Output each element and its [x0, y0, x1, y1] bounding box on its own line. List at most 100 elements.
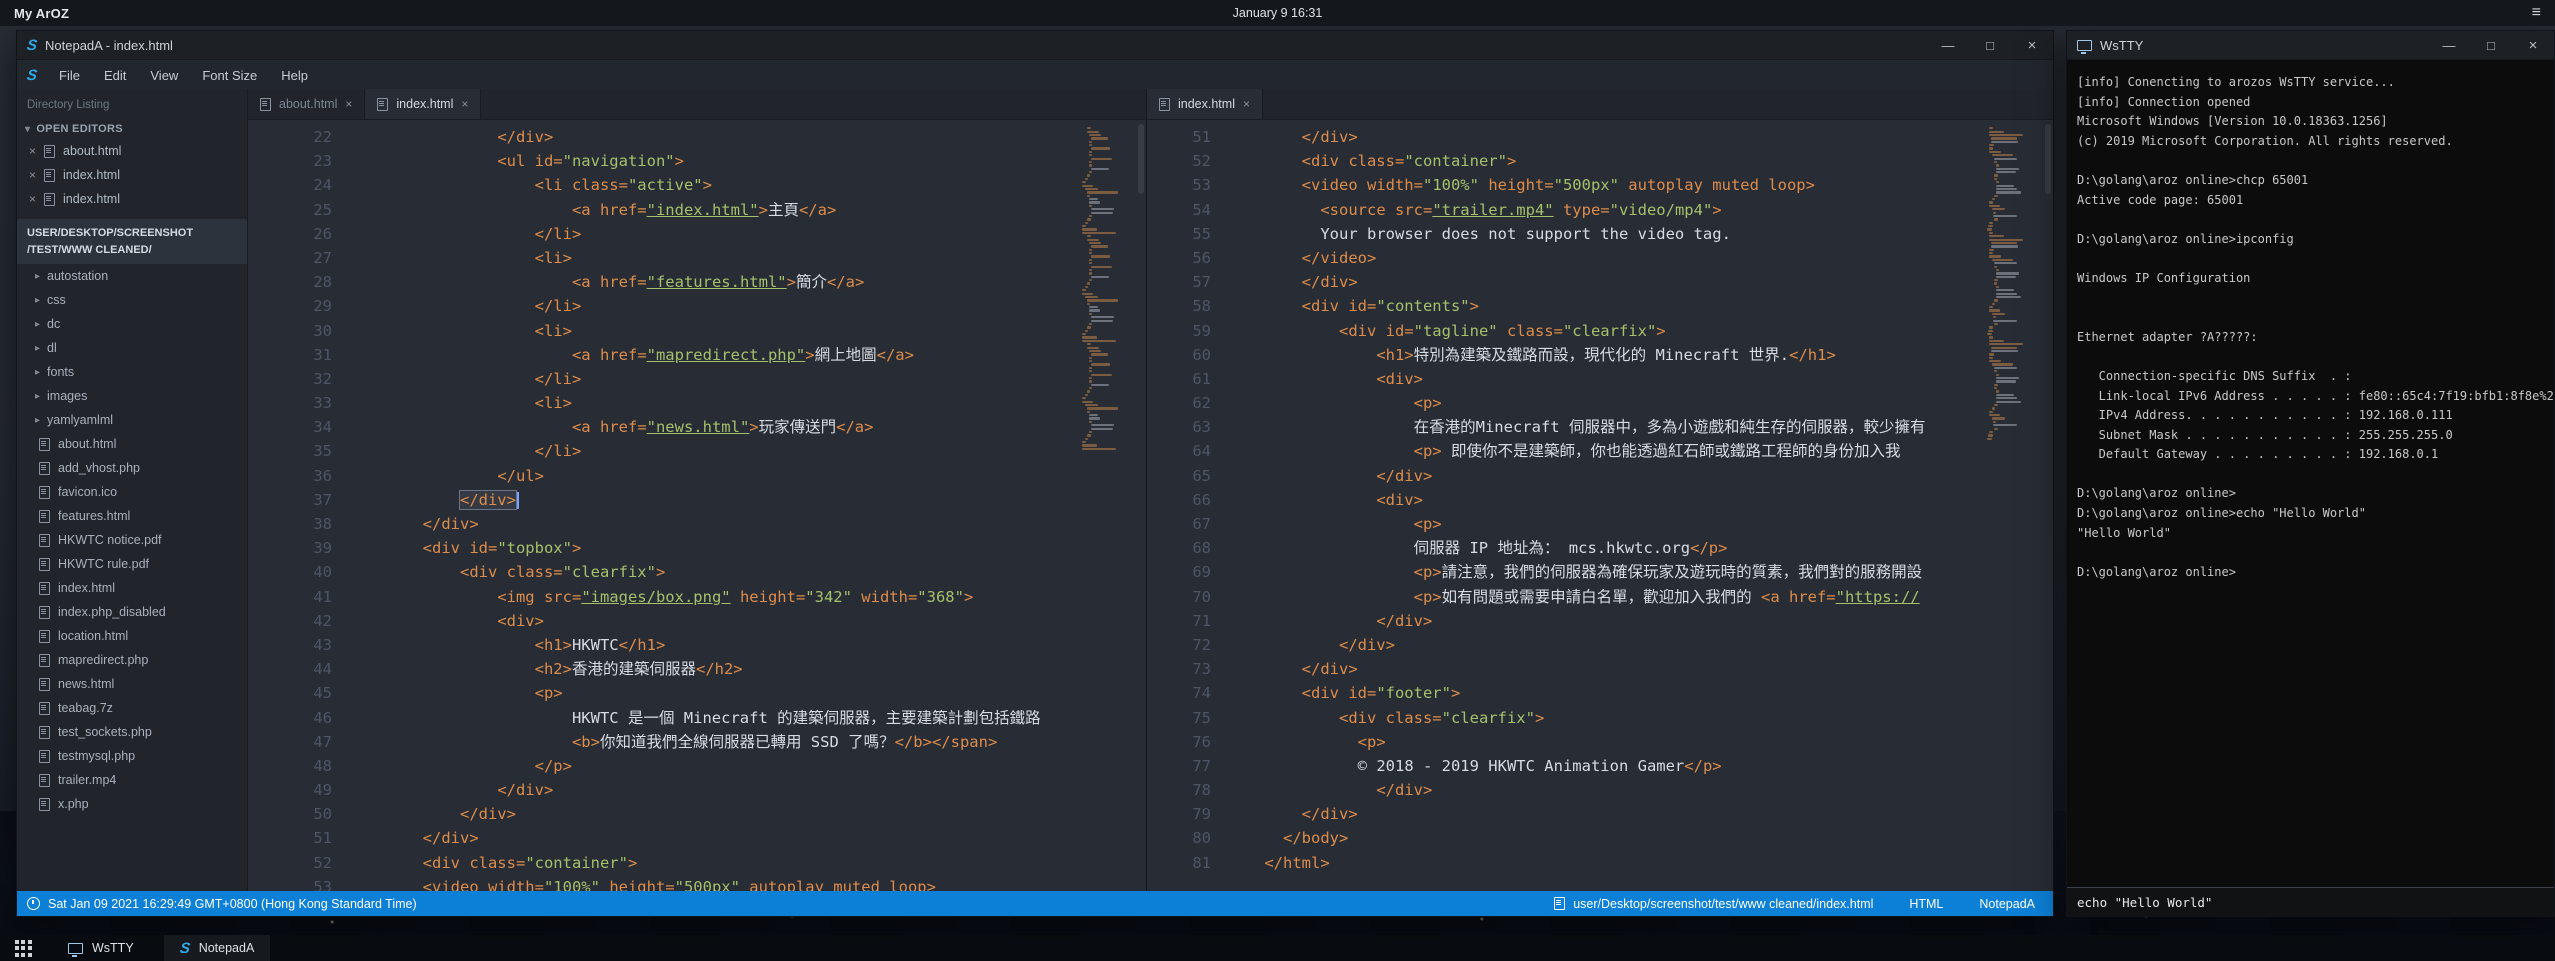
- tree-folder-item[interactable]: ▸autostation: [17, 264, 247, 288]
- code-line[interactable]: <p>: [348, 681, 1078, 705]
- code-line[interactable]: </body>: [1227, 826, 1985, 850]
- code-line[interactable]: <div id="footer">: [1227, 681, 1985, 705]
- code-line[interactable]: 伺服器 IP 地址為： mcs.hkwtc.org</p>: [1227, 536, 1985, 560]
- code-line[interactable]: <a href="index.html">主頁</a>: [348, 198, 1078, 222]
- tab-close-icon[interactable]: ×: [345, 98, 352, 110]
- tree-file-item[interactable]: testmysql.php: [17, 744, 247, 768]
- tab-index.html[interactable]: index.html×: [365, 89, 481, 119]
- code-line[interactable]: 在香港的Minecraft 伺服器中，多為小遊戲和純生存的伺服器，較少擁有: [1227, 415, 1985, 439]
- close-icon[interactable]: ×: [29, 169, 36, 181]
- code-line[interactable]: <p>: [1227, 391, 1985, 415]
- code-line[interactable]: </ul>: [348, 464, 1078, 488]
- minimap[interactable]: [1985, 120, 2043, 891]
- close-icon[interactable]: ×: [29, 145, 36, 157]
- code-line[interactable]: <source src="trailer.mp4" type="video/mp…: [1227, 198, 1985, 222]
- menu-view[interactable]: View: [138, 64, 190, 87]
- tree-folder-item[interactable]: ▸yamlyamlml: [17, 408, 247, 432]
- code-line[interactable]: <div>: [1227, 367, 1985, 391]
- code-line[interactable]: <div class="container">: [348, 851, 1078, 875]
- taskbar-item-notepada[interactable]: S NotepadA: [164, 935, 271, 961]
- code-line[interactable]: © 2018 - 2019 HKWTC Animation Gamer</p>: [1227, 754, 1985, 778]
- code-line[interactable]: </div>: [1227, 633, 1985, 657]
- code-line[interactable]: </video>: [1227, 246, 1985, 270]
- tree-file-item[interactable]: HKWTC rule.pdf: [17, 552, 247, 576]
- language-mode-selector[interactable]: HTML: [1909, 897, 1943, 911]
- menu-edit[interactable]: Edit: [92, 64, 138, 87]
- code-line[interactable]: </div>: [348, 826, 1078, 850]
- tree-folder-item[interactable]: ▸dc: [17, 312, 247, 336]
- tab-about.html[interactable]: about.html×: [248, 89, 365, 119]
- scrollbar[interactable]: [2043, 120, 2053, 891]
- tab-close-icon[interactable]: ×: [461, 98, 468, 110]
- tree-file-item[interactable]: news.html: [17, 672, 247, 696]
- open-editor-item[interactable]: ×about.html: [17, 139, 247, 163]
- tree-file-item[interactable]: add_vhost.php: [17, 456, 247, 480]
- code-line[interactable]: </div>: [1227, 609, 1985, 633]
- code-line[interactable]: <p>: [1227, 730, 1985, 754]
- open-editor-item[interactable]: ×index.html: [17, 187, 247, 211]
- code-line[interactable]: Your browser does not support the video …: [1227, 222, 1985, 246]
- tab-index.html[interactable]: index.html×: [1147, 89, 1263, 119]
- code-line[interactable]: <h2>香港的建築伺服器</h2>: [348, 657, 1078, 681]
- taskbar-item-wstty[interactable]: WsTTY: [52, 935, 150, 961]
- tree-file-item[interactable]: favicon.ico: [17, 480, 247, 504]
- minimize-button[interactable]: —: [2428, 31, 2470, 59]
- tree-file-item[interactable]: about.html: [17, 432, 247, 456]
- code-line[interactable]: <ul id="navigation">: [348, 149, 1078, 173]
- tree-file-item[interactable]: mapredirect.php: [17, 648, 247, 672]
- tree-file-item[interactable]: teabag.7z: [17, 696, 247, 720]
- tree-file-item[interactable]: trailer.mp4: [17, 768, 247, 792]
- open-editors-section-header[interactable]: ▾ OPEN EDITORS: [17, 119, 247, 139]
- close-button[interactable]: ×: [2512, 31, 2554, 59]
- code-editor[interactable]: </div> <div class="container"> <video wi…: [1227, 120, 1985, 891]
- code-line[interactable]: <p> 即使你不是建築師，你也能透過紅石師或鐵路工程師的身份加入我: [1227, 439, 1985, 463]
- close-button[interactable]: ×: [2011, 31, 2053, 59]
- code-line[interactable]: <li class="active">: [348, 173, 1078, 197]
- code-line[interactable]: <div class="container">: [1227, 149, 1985, 173]
- tree-file-item[interactable]: HKWTC notice.pdf: [17, 528, 247, 552]
- workspace-folder-header[interactable]: USER/DESKTOP/SCREENSHOT /TEST/WWW CLEANE…: [17, 219, 247, 264]
- tree-file-item[interactable]: index.html: [17, 576, 247, 600]
- code-line[interactable]: </li>: [348, 222, 1078, 246]
- code-line[interactable]: </li>: [348, 439, 1078, 463]
- code-line[interactable]: </div>: [348, 802, 1078, 826]
- tree-folder-item[interactable]: ▸images: [17, 384, 247, 408]
- code-line[interactable]: <li>: [348, 319, 1078, 343]
- tree-folder-item[interactable]: ▸fonts: [17, 360, 247, 384]
- wstty-title-bar[interactable]: WsTTY — □ ×: [2067, 31, 2554, 60]
- code-line[interactable]: <div id="tagline" class="clearfix">: [1227, 319, 1985, 343]
- code-line[interactable]: <p>如有問題或需要申請白名單，歡迎加入我們的 <a href="https:/…: [1227, 585, 1985, 609]
- code-line[interactable]: <h1>特別為建築及鐵路而設，現代化的 Minecraft 世界.</h1>: [1227, 343, 1985, 367]
- code-line[interactable]: <h1>HKWTC</h1>: [348, 633, 1078, 657]
- scrollbar[interactable]: [1136, 120, 1146, 891]
- code-line[interactable]: </li>: [348, 294, 1078, 318]
- status-file-path[interactable]: user/Desktop/screenshot/test/www cleaned…: [1554, 897, 1873, 911]
- code-line[interactable]: <a href="features.html">簡介</a>: [348, 270, 1078, 294]
- code-editor[interactable]: </div> <ul id="navigation"> <li class="a…: [348, 120, 1078, 891]
- notepad-title-bar[interactable]: S NotepadA - index.html — □ ×: [17, 31, 2053, 60]
- code-line[interactable]: </div>: [348, 778, 1078, 802]
- code-line[interactable]: <p>請注意，我們的伺服器為確保玩家及遊玩時的質素，我們對的服務開設: [1227, 560, 1985, 584]
- code-line[interactable]: </p>: [348, 754, 1078, 778]
- maximize-button[interactable]: □: [1969, 31, 2011, 59]
- code-line[interactable]: </div>: [1227, 657, 1985, 681]
- tree-file-item[interactable]: features.html: [17, 504, 247, 528]
- editor-body[interactable]: 5152535455565758596061626364656667686970…: [1147, 120, 2053, 891]
- code-line[interactable]: <div id="topbox">: [348, 536, 1078, 560]
- code-line[interactable]: </div>: [1227, 270, 1985, 294]
- code-line[interactable]: </div>: [1227, 802, 1985, 826]
- menu-file[interactable]: File: [47, 64, 92, 87]
- menu-font-size[interactable]: Font Size: [190, 64, 269, 87]
- code-line[interactable]: <li>: [348, 246, 1078, 270]
- tree-file-item[interactable]: test_sockets.php: [17, 720, 247, 744]
- code-line[interactable]: </html>: [1227, 851, 1985, 875]
- code-line[interactable]: </div>: [1227, 125, 1985, 149]
- open-editor-item[interactable]: ×index.html: [17, 163, 247, 187]
- minimap[interactable]: [1078, 120, 1136, 891]
- code-line[interactable]: <div>: [348, 609, 1078, 633]
- code-line[interactable]: <a href="mapredirect.php">網上地圖</a>: [348, 343, 1078, 367]
- code-line[interactable]: HKWTC 是一個 Minecraft 的建築伺服器，主要建築計劃包括鐵路: [348, 706, 1078, 730]
- code-line[interactable]: <p>: [1227, 512, 1985, 536]
- code-line[interactable]: </div>: [348, 512, 1078, 536]
- code-line[interactable]: </div>: [1227, 464, 1985, 488]
